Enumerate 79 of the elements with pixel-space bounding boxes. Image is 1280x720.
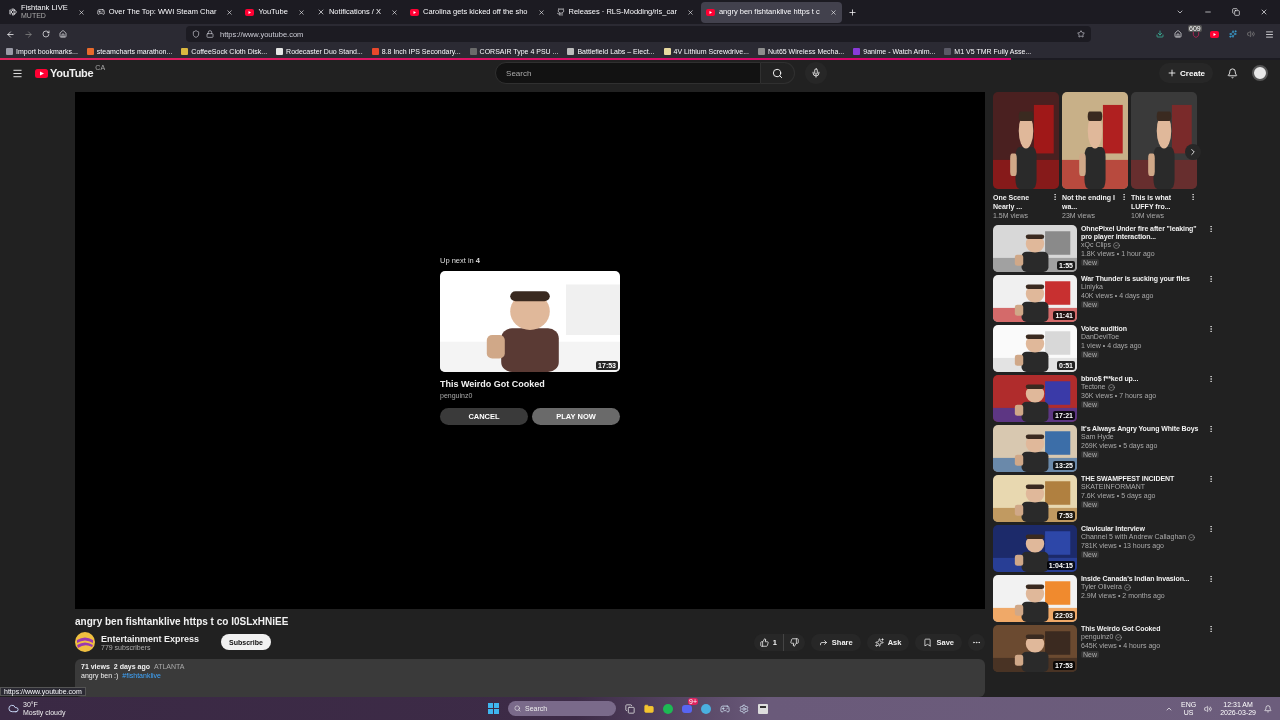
plus-icon xyxy=(1167,68,1178,78)
extension-icon[interactable] xyxy=(1192,30,1200,38)
calculator-icon[interactable] xyxy=(758,703,768,714)
close-icon[interactable] xyxy=(391,8,398,16)
folder-icon[interactable] xyxy=(644,703,654,714)
x-icon xyxy=(316,8,325,16)
bookmark-icon xyxy=(923,637,933,647)
browser-app-icon[interactable] xyxy=(701,703,711,714)
close-icon[interactable] xyxy=(226,8,234,16)
gamepad-icon xyxy=(96,8,105,16)
play-icon xyxy=(410,8,419,16)
close-icon[interactable] xyxy=(829,8,837,16)
bell-icon[interactable] xyxy=(1227,67,1238,79)
logo-text[interactable]: YouTube xyxy=(50,67,94,79)
more-icon[interactable] xyxy=(1207,275,1215,284)
more-icon[interactable] xyxy=(1120,193,1128,201)
thumbs-down-icon xyxy=(789,637,799,647)
settings-icon[interactable] xyxy=(739,703,749,714)
more-icon[interactable] xyxy=(1051,193,1059,201)
more-icon[interactable] xyxy=(1207,625,1215,634)
more-icon[interactable] xyxy=(1207,425,1215,434)
close-icon[interactable] xyxy=(1260,8,1268,16)
share-icon xyxy=(818,637,828,647)
back-icon[interactable] xyxy=(6,29,15,39)
new-tab-icon[interactable] xyxy=(847,7,857,17)
star-icon[interactable] xyxy=(1077,30,1085,38)
more-icon[interactable] xyxy=(1207,325,1215,334)
more-icon[interactable] xyxy=(1207,525,1215,534)
menu-icon[interactable] xyxy=(12,67,23,79)
search-field[interactable]: Search xyxy=(495,62,762,84)
task-view-icon[interactable] xyxy=(625,703,635,714)
search-button[interactable] xyxy=(761,62,796,84)
search-icon xyxy=(772,67,784,79)
start-button[interactable] xyxy=(488,703,499,714)
channel-avatar[interactable] xyxy=(75,632,95,652)
more-icon[interactable] xyxy=(1207,575,1215,584)
notification-icon[interactable] xyxy=(1264,704,1272,713)
channel-name[interactable]: Entertainment Express xyxy=(101,633,200,644)
download-icon[interactable] xyxy=(1156,30,1164,38)
reload-icon[interactable] xyxy=(42,30,50,38)
search-icon xyxy=(514,705,521,712)
forward-icon[interactable] xyxy=(24,29,33,39)
play-icon xyxy=(1210,30,1219,38)
shield-icon xyxy=(192,30,200,38)
up-next-title: This Weirdo Got Cooked xyxy=(440,379,546,389)
volume-icon[interactable] xyxy=(1204,704,1213,713)
home-icon[interactable] xyxy=(59,30,67,38)
weather-icon[interactable] xyxy=(8,703,19,714)
thumbs-up-icon xyxy=(759,637,769,647)
close-icon[interactable] xyxy=(77,8,85,16)
more-icon[interactable] xyxy=(1207,375,1215,384)
create-button[interactable]: Create xyxy=(1159,63,1213,83)
play-icon xyxy=(245,8,255,16)
fish-icon xyxy=(9,8,17,16)
next-button[interactable] xyxy=(1185,144,1201,160)
lock-icon xyxy=(206,30,214,38)
video-title: angry ben fishtanklive https t co I0SLxHNiEE xyxy=(75,616,290,627)
more-icon[interactable] xyxy=(1207,225,1215,234)
mic-button[interactable] xyxy=(805,62,828,84)
minimize-icon[interactable] xyxy=(1204,8,1212,16)
restore-icon[interactable] xyxy=(1232,8,1240,16)
menu-icon[interactable] xyxy=(1265,29,1274,39)
play-logo-icon[interactable] xyxy=(35,68,48,78)
sparkle-icon xyxy=(874,637,884,647)
close-icon[interactable] xyxy=(537,8,545,16)
extension-icon[interactable] xyxy=(1229,30,1237,38)
more-icon[interactable] xyxy=(1207,475,1215,484)
music-app-icon[interactable] xyxy=(663,703,673,714)
close-icon[interactable] xyxy=(297,8,305,16)
chevron-down-icon[interactable] xyxy=(1176,8,1184,16)
chevron-right-icon xyxy=(1188,147,1198,157)
close-icon[interactable] xyxy=(686,8,694,16)
cat-icon xyxy=(556,8,565,16)
gamepad-icon[interactable] xyxy=(720,703,730,714)
mic-icon xyxy=(811,68,822,78)
chat-app-icon[interactable] xyxy=(682,703,692,714)
avatar[interactable] xyxy=(1252,65,1268,81)
more-icon[interactable] xyxy=(1189,193,1197,201)
play-icon xyxy=(705,8,715,16)
